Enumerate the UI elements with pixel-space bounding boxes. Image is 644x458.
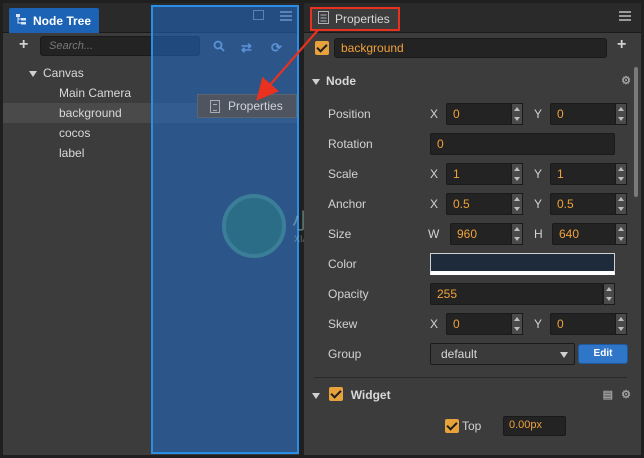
scale-y-label: Y [534,167,543,181]
size-h-label: H [534,227,543,241]
tab-properties-label: Properties [335,12,390,26]
node-tree-icon [15,13,27,28]
dragged-tab-label: Properties [228,99,283,113]
size-w-label: W [428,227,440,241]
properties-tabbar: Properties [304,3,641,33]
dock-drop-zone [151,5,299,454]
add-node-button[interactable]: + [19,36,28,54]
color-label: Color [328,257,357,271]
properties-doc-icon [210,99,220,113]
size-w-input[interactable]: 960 [450,223,512,245]
scale-x-input[interactable]: 1 [446,163,512,185]
widget-section-header[interactable]: Widget ▤ ⚙ [312,384,631,406]
group-select[interactable]: default [430,343,575,365]
size-h-input[interactable]: 640 [552,223,616,245]
rotation-label: Rotation [328,137,373,151]
color-picker-swatch[interactable] [430,253,615,275]
edit-group-button[interactable]: Edit [578,344,628,364]
opacity-label: Opacity [328,287,369,301]
group-label: Group [328,347,362,361]
node-section-title: Node [326,74,356,88]
widget-enabled-checkbox[interactable] [329,387,344,401]
tab-node-tree-label: Node Tree [33,13,92,28]
tree-item-label: label [59,146,85,160]
tab-node-tree[interactable]: Node Tree [9,8,100,33]
chevron-down-icon [560,352,568,358]
size-label: Size [328,227,352,241]
widget-top-label: Top [462,419,482,433]
size-h-stepper[interactable] [615,223,627,245]
position-y-stepper[interactable] [615,103,627,125]
scale-y-input[interactable]: 1 [550,163,616,185]
gear-icon[interactable]: ⚙ [621,384,631,406]
anchor-x-input[interactable]: 0.5 [446,193,512,215]
rotation-input[interactable]: 0 [430,133,615,155]
tree-item-label: Canvas [43,66,84,80]
panel-menu-icon[interactable] [619,11,631,21]
opacity-input[interactable]: 255 [430,283,603,305]
skew-x-input[interactable]: 0 [446,313,512,335]
scale-x-label: X [430,167,439,181]
node-active-checkbox[interactable] [315,41,329,55]
size-w-stepper[interactable] [511,223,523,245]
properties-scrollbar[interactable] [634,67,638,197]
anchor-label: Anchor [328,197,367,211]
anchor-x-label: X [430,197,439,211]
node-name-input[interactable]: background [334,38,607,58]
gear-icon[interactable]: ⚙ [621,70,631,92]
anchor-x-stepper[interactable] [511,193,523,215]
properties-doc-icon [318,11,329,27]
position-label: Position [328,107,371,121]
anchor-y-input[interactable]: 0.5 [550,193,616,215]
skew-y-stepper[interactable] [615,313,627,335]
position-y-input[interactable]: 0 [550,103,616,125]
skew-label: Skew [328,317,358,331]
collapse-arrow-icon[interactable] [312,392,320,399]
anchor-y-label: Y [534,197,543,211]
tab-properties[interactable]: Properties [310,7,400,31]
widget-top-checkbox[interactable] [445,419,459,433]
skew-x-stepper[interactable] [511,313,523,335]
add-component-button[interactable]: + [617,36,626,54]
position-x-stepper[interactable] [511,103,523,125]
tree-item-label: background [59,106,122,120]
collapse-arrow-icon[interactable] [312,78,320,85]
position-y-label: Y [534,107,543,121]
dragged-tab-ghost: Properties [197,94,297,118]
scale-label: Scale [328,167,359,181]
group-select-value: default [441,347,478,361]
widget-top-input[interactable]: 0.00px [503,416,566,436]
position-x-label: X [430,107,439,121]
expand-arrow-icon[interactable] [29,70,37,77]
widget-section-title: Widget [350,388,391,402]
book-icon[interactable]: ▤ [603,384,613,406]
skew-y-label: Y [534,317,543,331]
position-x-input[interactable]: 0 [446,103,512,125]
scale-y-stepper[interactable] [615,163,627,185]
skew-y-input[interactable]: 0 [550,313,616,335]
section-divider [314,377,627,378]
node-section-header[interactable]: Node ⚙ [312,70,631,92]
opacity-stepper[interactable] [603,283,615,305]
skew-x-label: X [430,317,439,331]
anchor-y-stepper[interactable] [615,193,627,215]
tree-item-label: cocos [59,126,91,140]
tree-item-label: Main Camera [59,86,132,100]
scale-x-stepper[interactable] [511,163,523,185]
properties-panel: Properties background + Node ⚙ Position … [304,3,641,455]
